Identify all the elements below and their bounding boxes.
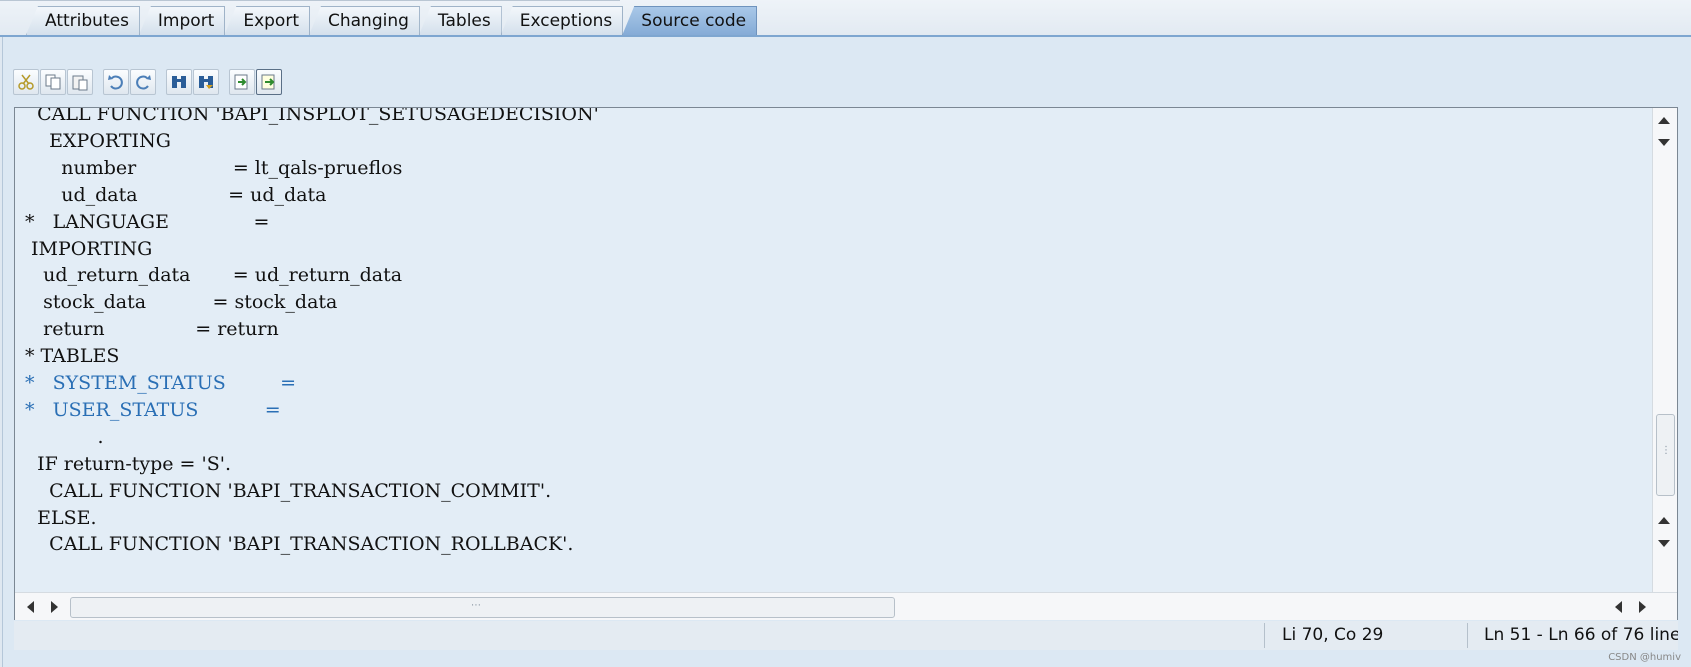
code-line: number = lt_qals-prueflos — [25, 156, 403, 179]
scroll-up-icon[interactable] — [1658, 117, 1670, 124]
status-bar: Li 70, Co 29 Ln 51 - Ln 66 of 76 lines — [14, 621, 1678, 650]
line-range: Ln 51 - Ln 66 of 76 lines — [1484, 625, 1678, 645]
grip-icon: ⋮ — [1661, 445, 1671, 456]
code-line: IF return-type = 'S'. — [25, 452, 232, 475]
scroll-down-icon[interactable] — [1658, 139, 1670, 146]
tab-strip: Attributes Import Export Changing Tables Exce… — [0, 0, 1691, 37]
pattern-icon — [261, 74, 275, 90]
code-line: EXPORTING — [25, 129, 171, 152]
tab-source-code[interactable]: Source code — [622, 6, 758, 35]
cursor-position: Li 70, Co 29 — [1282, 625, 1384, 645]
paste-button[interactable] — [67, 69, 93, 95]
horizontal-scroll-thumb[interactable]: ⋯ — [70, 597, 895, 618]
vertical-scrollbar[interactable]: ⋮ — [1652, 108, 1677, 592]
code-line: stock_data = stock_data — [25, 291, 338, 314]
tab-attributes[interactable]: Attributes — [26, 6, 140, 35]
scroll-left-icon[interactable] — [1615, 601, 1622, 613]
tab-changing[interactable]: Changing — [309, 6, 420, 35]
code-line: CALL FUNCTION 'BAPI_INSPLOT_SETUSAGEDECI… — [25, 108, 599, 125]
code-editor: CALL FUNCTION 'BAPI_INSPLOT_SETUSAGEDECI… — [14, 107, 1678, 620]
scroll-up-icon[interactable] — [1658, 517, 1670, 524]
insert-statement-button[interactable] — [229, 69, 255, 95]
undo-icon — [108, 75, 123, 90]
scroll-right-icon[interactable] — [51, 601, 58, 613]
watermark: CSDN @humiv — [1608, 652, 1681, 663]
find-next-icon — [199, 76, 213, 89]
code-line: . — [25, 425, 104, 448]
undo-button[interactable] — [103, 69, 129, 95]
code-line: return = return — [25, 318, 279, 341]
horizontal-scrollbar[interactable]: ⋯ — [15, 592, 1677, 620]
tab-strip-top-border — [0, 0, 620, 1]
editor-toolbar — [13, 67, 283, 97]
pattern-button[interactable] — [256, 69, 282, 95]
cut-button[interactable] — [13, 69, 39, 95]
code-line: * SYSTEM_STATUS = — [25, 372, 297, 394]
code-line: IMPORTING — [25, 237, 153, 260]
tab-exceptions[interactable]: Exceptions — [500, 6, 624, 35]
code-line: ELSE. — [25, 506, 97, 529]
find-icon — [172, 76, 186, 88]
redo-button[interactable] — [130, 69, 156, 95]
code-line: CALL FUNCTION 'BAPI_TRANSACTION_COMMIT'. — [25, 479, 552, 502]
tab-import[interactable]: Import — [138, 6, 226, 35]
find-button[interactable] — [166, 69, 192, 95]
tab-tables[interactable]: Tables — [418, 6, 502, 35]
scroll-left-icon[interactable] — [27, 601, 34, 613]
status-separator — [1264, 623, 1265, 648]
code-line: * USER_STATUS = — [25, 398, 281, 421]
copy-button[interactable] — [40, 69, 66, 95]
code-line: * TABLES — [25, 345, 120, 368]
redo-icon — [136, 75, 151, 90]
paste-icon — [72, 75, 88, 91]
code-line: ud_data = ud_data — [25, 183, 327, 206]
find-next-button[interactable] — [193, 69, 219, 95]
status-separator — [1467, 623, 1468, 648]
scroll-right-icon[interactable] — [1639, 601, 1646, 613]
cut-icon — [18, 74, 34, 90]
code-line: * LANGUAGE = — [25, 210, 270, 233]
tab-export[interactable]: Export — [224, 6, 310, 35]
vertical-scroll-thumb[interactable]: ⋮ — [1656, 414, 1675, 496]
copy-icon — [45, 74, 61, 90]
grip-icon: ⋯ — [471, 600, 481, 611]
scroll-down-icon[interactable] — [1658, 540, 1670, 547]
code-line: ud_return_data = ud_return_data — [25, 264, 403, 287]
tabs-container: Attributes Import Export Changing Tables Exce… — [26, 6, 758, 36]
insert-statement-icon — [234, 74, 248, 90]
code-area[interactable]: CALL FUNCTION 'BAPI_INSPLOT_SETUSAGEDECI… — [15, 108, 1653, 592]
code-line: CALL FUNCTION 'BAPI_TRANSACTION_ROLLBACK… — [25, 533, 574, 556]
